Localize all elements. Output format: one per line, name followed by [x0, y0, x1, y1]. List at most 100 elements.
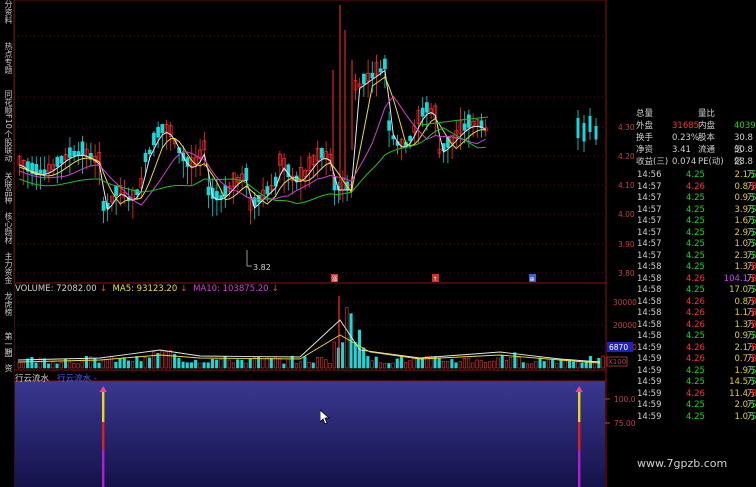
- tick-side: B: [751, 296, 756, 307]
- quote-row: 换手 0.23% 股本 30.8亿: [612, 132, 756, 155]
- tick-row[interactable]: 14:58 4.25 17.0 万 S: [634, 285, 756, 297]
- volume-bar: [341, 342, 345, 369]
- candle-body: [143, 152, 148, 163]
- tick-row[interactable]: 14:59 4.25 2.0 万 S: [634, 400, 756, 412]
- candle-body: [370, 72, 375, 79]
- tick-volume: 0.8: [734, 296, 748, 307]
- tick-row[interactable]: 14:57 4.25 1.0 万 S: [634, 239, 756, 251]
- volume-bar: [475, 359, 479, 369]
- price-axis-label: 3.80: [618, 269, 635, 278]
- tick-price: 4.26: [686, 273, 705, 284]
- volume-bar: [483, 362, 488, 369]
- tick-price: 4.26: [686, 308, 705, 318]
- ma10-line: [19, 76, 486, 205]
- tick-row[interactable]: 14:58 4.26 104.1 万 B: [634, 274, 756, 286]
- tick-row[interactable]: 14:59 4.26 2.1 万 B: [634, 343, 756, 355]
- indicator-signal-bar: [102, 450, 105, 487]
- volume-bar: [227, 359, 231, 369]
- tick-row[interactable]: 14:58 4.26 1.1 万 B: [634, 308, 756, 320]
- quote-value: 31685: [672, 121, 700, 131]
- tick-side: B: [751, 388, 756, 399]
- volume-bar: [517, 357, 521, 369]
- quote-label: 股本: [698, 133, 716, 143]
- tick-side: S: [751, 227, 756, 238]
- tick-row[interactable]: 14:59 4.26 0.7 万 B: [634, 354, 756, 366]
- candle-body: [72, 150, 76, 157]
- ma5-line: [19, 69, 486, 211]
- tick-time: 14:59: [637, 354, 662, 364]
- tick-row[interactable]: 14:59 4.26 11.4 万 B: [634, 389, 756, 401]
- tick-row[interactable]: 14:57 4.25 2.9 万 S: [634, 228, 756, 240]
- tick-row[interactable]: 14:57 4.25 3.9 万 S: [634, 205, 756, 217]
- volume-bar: [122, 357, 126, 369]
- volume-bar: [194, 359, 198, 369]
- tick-side: S: [751, 377, 756, 387]
- volume-bar: [68, 361, 72, 369]
- watermark: www.7gpzb.com: [637, 457, 728, 470]
- volume-bar: [55, 363, 59, 369]
- quote-value: 0.23%: [672, 133, 700, 143]
- tick-price: 4.25: [686, 204, 705, 215]
- tick-price: 4.26: [686, 388, 705, 399]
- tick-side: S: [751, 204, 756, 215]
- volume-bar: [42, 358, 47, 369]
- tick-row[interactable]: 14:59 4.25 1.0 万 S: [634, 412, 756, 424]
- volume-bar: [282, 363, 286, 369]
- tick-price: 4.25: [686, 250, 705, 261]
- quote-label: 流通: [698, 145, 716, 155]
- tick-list[interactable]: 14:56 4.25 2.1 万 S 14:57 4.26 0.8 万 B 14:57 4.25 0.9…: [634, 170, 756, 423]
- tick-row[interactable]: 14:58 4.25 1.3 万 B: [634, 262, 756, 274]
- tick-time: 14:59: [637, 377, 662, 387]
- tick-price: 4.26: [686, 354, 705, 364]
- volume-bar: [160, 350, 164, 369]
- volume-bar: [286, 358, 290, 369]
- tick-side: B: [751, 181, 756, 192]
- indicator-header: 行云流水 行云流水 -: [15, 372, 97, 384]
- tick-row[interactable]: 14:59 4.25 14.5 万 S: [634, 377, 756, 389]
- candle-body: [244, 167, 249, 181]
- volume-bar: [538, 357, 542, 369]
- price-axis-label: 4.10: [618, 181, 635, 190]
- tick-row[interactable]: 14:58 4.25 0.9 万 S: [634, 331, 756, 343]
- volume-bar: [471, 362, 475, 369]
- tick-side: B: [751, 342, 756, 353]
- tick-volume: 2.1: [734, 170, 748, 180]
- indicator-name[interactable]: 行云流水: [15, 374, 49, 384]
- volume-bar: [126, 360, 130, 369]
- volume-bar: [513, 352, 517, 369]
- tick-price: 4.26: [686, 296, 705, 307]
- tick-row[interactable]: 14:58 4.26 1.3 万 B: [634, 320, 756, 332]
- volume-bar: [240, 359, 244, 369]
- volume-bar: [353, 342, 357, 369]
- tick-row[interactable]: 14:57 4.26 0.8 万 B: [634, 182, 756, 194]
- tick-time: 14:57: [637, 227, 662, 238]
- tick-row[interactable]: 14:57 4.25 0.9 万 S: [634, 193, 756, 205]
- ma20-line: [19, 95, 486, 206]
- volume-bar: [551, 359, 555, 369]
- volume-bar: [593, 362, 597, 369]
- quote-value: 3.41: [672, 145, 691, 155]
- tick-row[interactable]: 14:58 4.26 0.8 万 B: [634, 297, 756, 309]
- volume-bar: [546, 358, 551, 369]
- tick-volume: 1.3: [734, 262, 748, 272]
- tick-time: 14:56: [637, 170, 662, 180]
- tick-time: 14:57: [637, 193, 662, 203]
- candle-body: [320, 148, 324, 159]
- price-axis-label: 4.00: [618, 210, 635, 219]
- tick-row[interactable]: 14:57 4.25 1.6 万 S: [634, 216, 756, 228]
- candle-body: [152, 132, 156, 146]
- volume-bar: [118, 358, 122, 369]
- volume-bar: [416, 358, 420, 369]
- tick-side: S: [751, 365, 756, 376]
- tick-row[interactable]: 14:56 4.25 2.1 万 S: [634, 170, 756, 182]
- tick-volume: 1.0: [734, 239, 748, 249]
- tick-side: S: [751, 216, 756, 226]
- tick-time: 14:58: [637, 331, 662, 341]
- tick-row[interactable]: 14:57 4.25 2.3 万 S: [634, 251, 756, 263]
- tick-time: 14:58: [637, 262, 662, 272]
- tick-volume: 104.1: [723, 273, 748, 284]
- tick-row[interactable]: 14:59 4.25 1.9 万 S: [634, 366, 756, 378]
- volume-bar: [366, 356, 370, 369]
- volume-bar: [265, 357, 269, 369]
- volume-bar: [168, 350, 172, 369]
